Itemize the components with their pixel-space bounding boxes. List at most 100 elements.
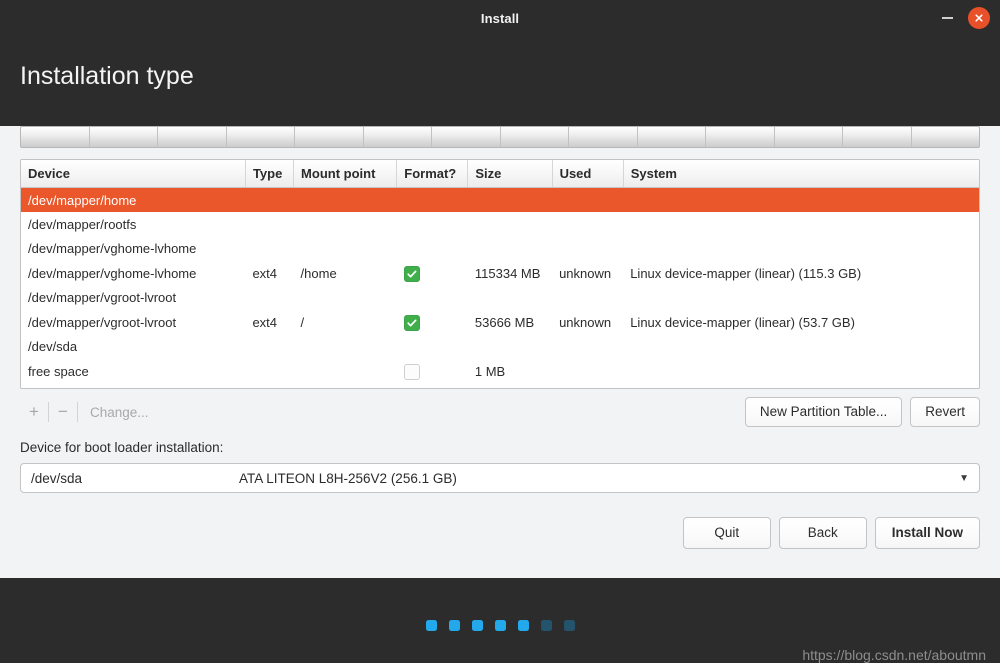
cell-system: Linux device-mapper (linear) (53.7 GB) xyxy=(630,314,855,330)
cell-system xyxy=(623,384,979,389)
cell-used: unknown xyxy=(559,265,612,281)
cell-used xyxy=(552,335,623,360)
cell-mount: / xyxy=(300,314,305,330)
cell-type xyxy=(245,359,293,384)
cell-device: /dev/mapper/rootfs xyxy=(28,216,137,232)
column-header[interactable]: System xyxy=(623,160,979,188)
cell-format xyxy=(397,212,468,237)
install-now-button[interactable]: Install Now xyxy=(874,517,980,549)
bootloader-device-select[interactable]: /dev/sda ATA LITEON L8H-256V2 (256.1 GB)… xyxy=(20,463,980,493)
usage-bar-segment xyxy=(501,127,569,147)
cell-type xyxy=(245,212,293,237)
cell-format xyxy=(397,286,468,311)
change-button[interactable]: Change... xyxy=(90,405,149,420)
table-row[interactable]: /dev/mapper/home xyxy=(21,187,979,212)
revert-button[interactable]: Revert xyxy=(910,397,980,427)
cell-type xyxy=(245,187,294,212)
checkbox-checked-icon[interactable] xyxy=(403,314,420,331)
table-row[interactable]: /dev/mapper/rootfs xyxy=(21,212,979,237)
usage-bar-segment xyxy=(227,127,295,147)
back-button[interactable]: Back xyxy=(778,517,867,549)
cell-device: /dev/mapper/vghome-lvhome xyxy=(28,241,197,257)
chevron-down-icon: ▼ xyxy=(959,472,969,484)
quit-button[interactable]: Quit xyxy=(682,517,771,549)
table-body: /dev/mapper/home/dev/mapper/rootfs/dev/m… xyxy=(21,187,979,389)
cell-format[interactable] xyxy=(397,359,468,384)
checkbox-unchecked-icon[interactable] xyxy=(404,388,420,389)
cell-type xyxy=(245,335,293,360)
page-heading-area: Installation type xyxy=(0,36,1000,116)
cell-device: /dev/sda xyxy=(28,339,78,355)
column-header[interactable]: Used xyxy=(552,160,624,188)
cell-used xyxy=(552,286,623,311)
cell-device: /dev/mapper/vgroot-lvroot xyxy=(28,314,177,330)
partition-toolbar: + − Change... New Partition Table... Rev… xyxy=(20,397,980,427)
table-row[interactable]: /dev/sda xyxy=(21,335,979,360)
table-row[interactable]: /dev/mapper/vgroot-lvroot xyxy=(21,286,979,311)
usage-bar-segment xyxy=(295,127,364,147)
checkbox-unchecked-icon[interactable] xyxy=(403,363,420,380)
cell-size: 53666 MB xyxy=(474,314,535,330)
checkbox-checked-icon[interactable] xyxy=(403,265,420,282)
progress-dot xyxy=(425,620,437,631)
cell-type xyxy=(245,286,293,311)
column-header[interactable]: Mount point xyxy=(293,160,398,188)
partition-table-container[interactable]: Device Type Mount point Format? Size Used Syst… xyxy=(20,159,980,389)
cell-system xyxy=(623,212,979,237)
progress-dot xyxy=(540,620,552,631)
cell-format xyxy=(396,187,468,212)
cell-mount xyxy=(294,237,397,262)
close-icon[interactable] xyxy=(968,7,990,29)
column-header[interactable]: Type xyxy=(245,160,295,188)
column-header[interactable]: Format? xyxy=(396,160,469,188)
cell-system xyxy=(623,187,979,212)
usage-bar-segment xyxy=(569,127,638,147)
usage-bar-segment xyxy=(843,127,912,147)
minimize-icon[interactable] xyxy=(936,7,958,29)
cell-size xyxy=(468,237,552,262)
installer-window: Install Installation type DeviceTypeMo xyxy=(0,0,1000,663)
footer: https://blog.csdn.net/aboutmn xyxy=(0,578,1000,663)
progress-dot xyxy=(563,620,575,631)
cell-mount xyxy=(294,359,397,384)
column-header[interactable]: Device xyxy=(21,160,246,188)
cell-used xyxy=(552,237,623,262)
usage-bar-segment xyxy=(90,127,158,147)
cell-size: 115334 MB xyxy=(474,265,541,281)
cell-mount xyxy=(294,286,397,311)
cell-format[interactable] xyxy=(397,261,468,286)
watermark-text: https://blog.csdn.net/aboutmn xyxy=(802,647,986,663)
cell-device: /dev/mapper/home xyxy=(21,187,246,212)
cell-mount xyxy=(294,335,397,360)
table-row[interactable]: /dev/mapper/vghome-lvhome xyxy=(21,237,979,262)
cell-size: 1 MB xyxy=(474,363,506,379)
progress-dot xyxy=(494,620,506,631)
add-partition-button[interactable]: + xyxy=(20,399,48,425)
toolbar-divider-2 xyxy=(77,402,78,422)
remove-partition-button[interactable]: − xyxy=(49,399,77,425)
table-row[interactable]: free space 1 MB xyxy=(21,359,979,384)
cell-mount xyxy=(294,212,397,237)
column-header[interactable]: Size xyxy=(467,160,553,188)
bootloader-device-description: ATA LITEON L8H-256V2 (256.1 GB) xyxy=(239,470,457,486)
cell-used: unknown xyxy=(559,314,612,330)
table-row[interactable]: /dev/sda1ntfs 471 MB10 MB xyxy=(21,384,979,389)
table-row[interactable]: /dev/mapper/vgroot-lvroot ext4 / 53666 MB un… xyxy=(21,310,979,335)
cell-device: /dev/mapper/vghome-lvhome xyxy=(28,265,197,281)
table-row[interactable]: /dev/mapper/vghome-lvhome ext4/home 115334… xyxy=(21,261,979,286)
cell-type: ntfs xyxy=(245,384,293,389)
cell-size xyxy=(467,187,553,212)
cell-format[interactable] xyxy=(397,310,468,335)
usage-bar-segment xyxy=(912,127,980,147)
partition-table: Device Type Mount point Format? Size Used Syst… xyxy=(21,160,979,389)
cell-used xyxy=(552,187,624,212)
cell-system xyxy=(623,359,979,384)
cell-format[interactable] xyxy=(397,384,468,389)
window-controls xyxy=(936,0,990,36)
bootloader-label: Device for boot loader installation: xyxy=(20,440,224,455)
cell-type: ext4 xyxy=(252,314,278,330)
cell-mount: /home xyxy=(300,265,337,281)
cell-used: 10 MB xyxy=(552,384,623,389)
cell-format xyxy=(397,335,468,360)
new-partition-table-button[interactable]: New Partition Table... xyxy=(744,397,903,427)
